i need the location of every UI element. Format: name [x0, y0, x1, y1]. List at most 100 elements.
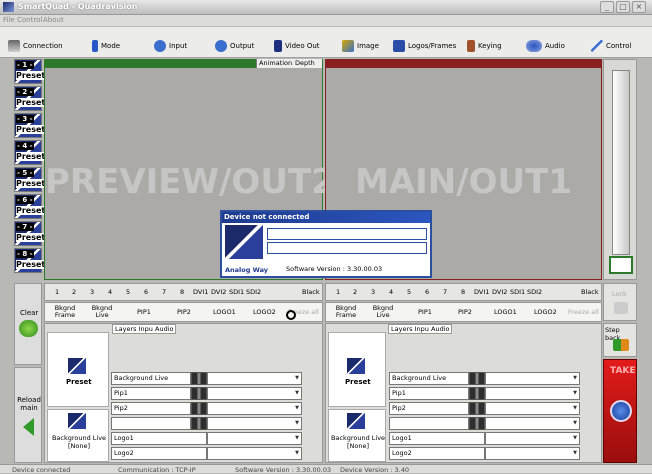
tab-animation[interactable]: Animation — [259, 59, 292, 67]
preview-source-1[interactable]: 1 — [55, 288, 59, 296]
preview-source-6[interactable]: 6 — [144, 288, 148, 296]
main-source-sdi2[interactable]: SDI2 — [527, 288, 542, 296]
main-target-bkgnd-frame[interactable]: Bkgnd Frame — [332, 305, 360, 319]
main-layer-row[interactable]: Pip2 — [389, 402, 580, 415]
preview-source-sdi1[interactable]: SDI1 — [229, 288, 244, 296]
toolbar-video-out[interactable]: Video Out — [274, 39, 320, 52]
preview-source-3[interactable]: 3 — [90, 288, 94, 296]
preview-layer-row[interactable]: Logo1 — [111, 432, 302, 445]
preview-source-8[interactable]: 8 — [180, 288, 184, 296]
toolbar-keying[interactable]: Keying — [467, 39, 502, 52]
main-freeze-all[interactable]: Freeze all — [568, 309, 599, 316]
close-button[interactable]: × — [632, 1, 646, 13]
layer-dropdown[interactable] — [207, 372, 302, 385]
layer-dropdown[interactable] — [207, 447, 302, 460]
main-black-button[interactable]: Black — [581, 288, 599, 296]
layer-switch[interactable] — [191, 402, 207, 415]
toolbar-logos-frames[interactable]: Logos/Frames — [393, 39, 456, 52]
preview-source-4[interactable]: 4 — [108, 288, 112, 296]
toolbar-image[interactable]: Image — [342, 39, 379, 52]
layer-switch[interactable] — [191, 417, 207, 430]
transition-slider-handle[interactable] — [609, 256, 633, 274]
preview-source-sdi2[interactable]: SDI2 — [246, 288, 261, 296]
maximize-button[interactable]: □ — [616, 1, 630, 13]
preview-target-bkgnd-live[interactable]: Bkgnd Live — [89, 305, 115, 319]
main-layer-row[interactable]: Background Live — [389, 372, 580, 385]
preview-layer-row[interactable]: Pip1 — [111, 387, 302, 400]
preview-target-pip1[interactable]: PIP1 — [137, 309, 151, 316]
main-source-2[interactable]: 2 — [353, 288, 357, 296]
toolbar-connection[interactable]: Connection — [8, 39, 63, 52]
layer-dropdown[interactable] — [485, 417, 580, 430]
preview-tab-audio[interactable]: Audio — [153, 324, 177, 334]
preview-layer-row[interactable] — [111, 417, 302, 430]
main-source-1[interactable]: 1 — [336, 288, 340, 296]
preview-layer-row[interactable]: Logo2 — [111, 447, 302, 460]
main-source-3[interactable]: 3 — [371, 288, 375, 296]
main-preset-box[interactable]: Preset — [328, 332, 386, 407]
toolbar-mode[interactable]: Mode — [92, 39, 120, 52]
preview-source-dvi2[interactable]: DVI2 — [211, 288, 226, 296]
preset-button-3[interactable]: - 3 - Preset — [14, 113, 46, 138]
layer-dropdown[interactable] — [485, 372, 580, 385]
clear-button[interactable]: Clear — [14, 283, 42, 365]
layer-switch[interactable] — [469, 387, 485, 400]
main-source-6[interactable]: 6 — [425, 288, 429, 296]
main-target-logo1[interactable]: LOGO1 — [494, 309, 517, 316]
preview-target-logo2[interactable]: LOGO2 — [253, 309, 276, 316]
toolbar-output[interactable]: Output — [215, 39, 254, 52]
main-target-pip2[interactable]: PIP2 — [458, 309, 472, 316]
toolbar-control[interactable]: Control — [591, 39, 631, 52]
preview-target-bkgnd-frame[interactable]: Bkgnd Frame — [51, 305, 79, 319]
preset-button-7[interactable]: - 7 - Preset — [14, 221, 46, 246]
preview-target-pip2[interactable]: PIP2 — [177, 309, 191, 316]
preview-bg-live-box[interactable]: Background Live [None] — [47, 409, 109, 462]
preview-tab-layers-input[interactable]: Layers Input — [112, 324, 159, 334]
preset-button-5[interactable]: - 5 - Preset — [14, 167, 46, 192]
tab-depth[interactable]: Depth — [295, 59, 315, 67]
main-tab-audio[interactable]: Audio — [429, 324, 453, 334]
main-source-dvi1[interactable]: DVI1 — [474, 288, 489, 296]
main-source-sdi1[interactable]: SDI1 — [510, 288, 525, 296]
menu-control[interactable]: Control — [17, 16, 42, 24]
layer-dropdown[interactable] — [207, 402, 302, 415]
minimize-button[interactable]: _ — [600, 1, 614, 13]
main-target-bkgnd-live[interactable]: Bkgnd Live — [370, 305, 396, 319]
layer-switch[interactable] — [469, 402, 485, 415]
menu-file[interactable]: File — [3, 16, 15, 24]
preview-black-button[interactable]: Black — [302, 288, 320, 296]
layer-switch[interactable] — [191, 387, 207, 400]
main-target-pip1[interactable]: PIP1 — [418, 309, 432, 316]
main-layer-row[interactable]: Pip1 — [389, 387, 580, 400]
toolbar-input[interactable]: Input — [154, 39, 187, 52]
take-button[interactable]: TAKE — [603, 359, 637, 463]
preview-preset-box[interactable]: Preset — [47, 332, 109, 407]
preset-button-1[interactable]: - 1 - Preset — [14, 59, 46, 84]
main-layer-row[interactable]: Logo1 — [389, 432, 580, 445]
layer-dropdown[interactable] — [485, 447, 580, 460]
layer-dropdown[interactable] — [485, 402, 580, 415]
main-bg-live-box[interactable]: Background Live [None] — [328, 409, 386, 462]
preview-layer-row[interactable]: Background Live — [111, 372, 302, 385]
preview-source-dvi1[interactable]: DVI1 — [193, 288, 208, 296]
menu-about[interactable]: About — [43, 16, 64, 24]
layer-dropdown[interactable] — [207, 432, 302, 445]
preset-button-2[interactable]: - 2 - Preset — [14, 86, 46, 111]
transition-slider-track[interactable] — [612, 70, 630, 255]
layer-dropdown[interactable] — [485, 432, 580, 445]
preview-layer-row[interactable]: Pip2 — [111, 402, 302, 415]
main-target-logo2[interactable]: LOGO2 — [534, 309, 557, 316]
main-layer-row[interactable] — [389, 417, 580, 430]
layer-switch[interactable] — [469, 372, 485, 385]
main-source-4[interactable]: 4 — [389, 288, 393, 296]
main-source-5[interactable]: 5 — [407, 288, 411, 296]
toolbar-audio[interactable]: Audio — [526, 39, 565, 52]
layer-dropdown[interactable] — [485, 387, 580, 400]
layer-switch[interactable] — [469, 417, 485, 430]
main-source-8[interactable]: 8 — [461, 288, 465, 296]
main-layer-row[interactable]: Logo2 — [389, 447, 580, 460]
reload-main-button[interactable]: Reload main — [14, 367, 42, 463]
preview-source-5[interactable]: 5 — [126, 288, 130, 296]
preset-button-6[interactable]: - 6 - Preset — [14, 194, 46, 219]
main-tab-layers-input[interactable]: Layers Input — [388, 324, 435, 334]
